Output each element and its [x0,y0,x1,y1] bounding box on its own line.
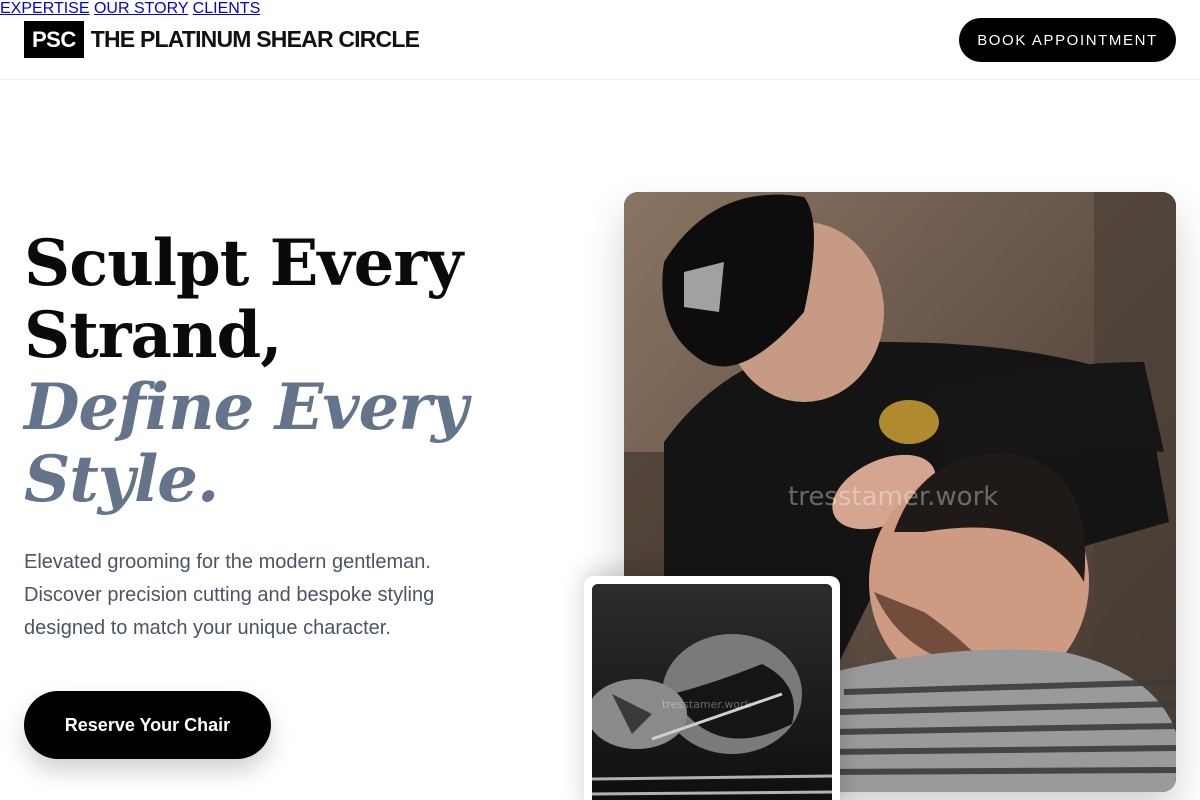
main-nav: EXPERTISE OUR STORY CLIENTS [0,0,1200,18]
beard-trim-illustration [592,584,832,800]
brand-logo[interactable]: PSC THE PLATINUM SHEAR CIRCLE [24,21,420,58]
nav-our-story[interactable]: OUR STORY [94,0,188,17]
headline-line-2: Strand, [24,298,283,373]
headline-line-1: Sculpt Every [24,226,463,301]
reserve-chair-button[interactable]: Reserve Your Chair [24,691,271,759]
main-photo-watermark: tresstamer.work [788,482,999,512]
site-header: PSC THE PLATINUM SHEAR CIRCLE EXPERTISE … [0,0,1200,80]
headline-line-4: Style. [24,442,219,517]
book-appointment-button[interactable]: BOOK APPOINTMENT [959,18,1176,62]
beard-trim-photo: tresstamer.work [592,584,832,800]
nav-clients[interactable]: CLIENTS [193,0,261,17]
hero-headline: Sculpt Every Strand, Define Every Style. [24,228,584,516]
inset-photo-watermark: tresstamer.work [662,698,751,711]
headline-line-3: Define Every [24,370,468,445]
hero-subtext: Elevated grooming for the modern gentlem… [24,551,435,639]
inset-photo-frame: tresstamer.work [584,576,840,800]
nav-expertise[interactable]: EXPERTISE [0,0,90,17]
brand-name: THE PLATINUM SHEAR CIRCLE [90,26,420,52]
logo-mark: PSC [24,21,84,58]
